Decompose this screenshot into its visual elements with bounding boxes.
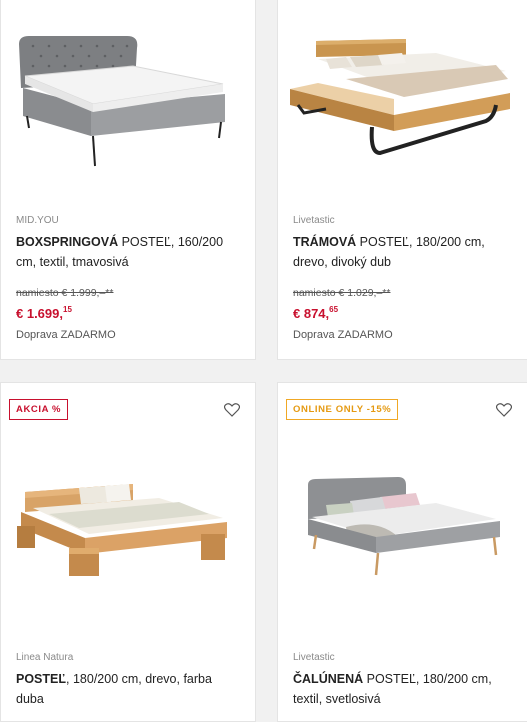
price-main: € 874,: [293, 306, 330, 321]
product-card-boxspring-bed[interactable]: MID.YOU BOXSPRINGOVÁ POSTEĽ, 160/200 cm,…: [0, 0, 256, 360]
price-cents: 15: [63, 305, 72, 314]
product-brand: MID.YOU: [16, 215, 59, 226]
old-price: namiesto € 1.029,–**: [293, 287, 391, 299]
product-title[interactable]: TRÁMOVÁ POSTEĽ, 180/200 cm, drevo, divok…: [293, 232, 515, 272]
heart-icon[interactable]: [496, 403, 512, 417]
product-title-type[interactable]: POSTEĽ: [16, 672, 66, 686]
online-only-badge: ONLINE ONLY -15%: [286, 399, 399, 420]
product-image[interactable]: [286, 35, 518, 185]
product-brand: Livetastic: [293, 215, 335, 226]
heart-icon[interactable]: [224, 403, 240, 417]
product-brand: Livetastic: [293, 652, 335, 663]
product-title[interactable]: BOXSPRINGOVÁ POSTEĽ, 160/200 cm, textil,…: [16, 232, 238, 272]
current-price: € 874,65: [293, 305, 339, 321]
price-main: € 1.699,: [16, 306, 63, 321]
product-title-type[interactable]: ČALÚNENÁ: [293, 672, 363, 686]
product-title-type[interactable]: BOXSPRINGOVÁ: [16, 235, 118, 249]
product-title[interactable]: POSTEĽ, 180/200 cm, drevo, farba duba: [16, 669, 238, 709]
product-card-wooden-bed[interactable]: AKCIA % Linea Natura POSTEĽ, 180/200 cm,…: [0, 382, 256, 722]
product-card-beam-bed[interactable]: Livetastic TRÁMOVÁ POSTEĽ, 180/200 cm, d…: [277, 0, 527, 360]
old-price: namiesto € 1.999,–**: [16, 287, 114, 299]
sale-badge: AKCIA %: [9, 399, 69, 420]
product-brand: Linea Natura: [16, 652, 74, 663]
shipping-info: Doprava ZADARMO: [16, 329, 116, 341]
price-cents: 65: [329, 305, 339, 314]
product-image[interactable]: [9, 478, 241, 628]
product-card-upholstered-bed[interactable]: ONLINE ONLY -15% Livetastic ČALÚNENÁ POS…: [277, 382, 527, 722]
product-title[interactable]: ČALÚNENÁ POSTEĽ, 180/200 cm, textil, sve…: [293, 669, 515, 709]
product-title-type[interactable]: TRÁMOVÁ: [293, 235, 356, 249]
product-image[interactable]: [9, 28, 241, 178]
shipping-info: Doprava ZADARMO: [293, 329, 393, 341]
current-price: € 1.699,15: [16, 305, 72, 321]
product-image[interactable]: [286, 473, 518, 623]
